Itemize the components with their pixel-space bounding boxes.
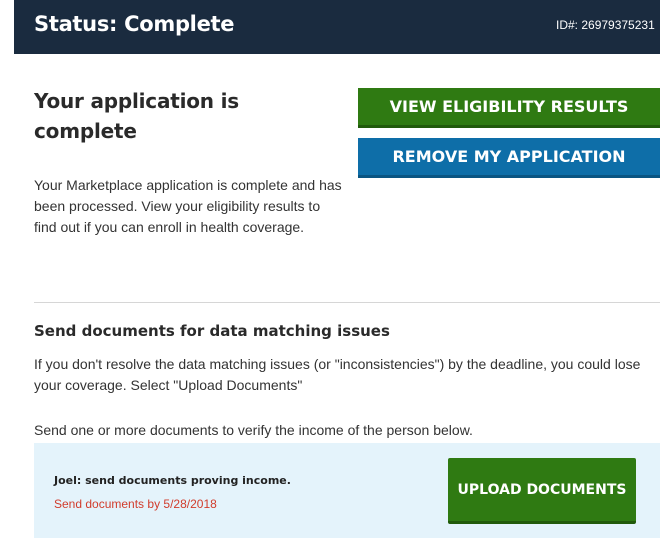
- documents-description: If you don't resolve the data matching i…: [34, 356, 641, 393]
- task-title: Joel: send documents proving income.: [54, 474, 291, 487]
- view-eligibility-results-button[interactable]: VIEW ELIGIBILITY RESULTS: [358, 88, 660, 128]
- status-bar: Status: Complete ID#: 26979375231: [14, 0, 660, 54]
- page-title: Your application is complete: [34, 89, 239, 143]
- section-divider: [34, 302, 660, 303]
- upload-documents-button[interactable]: UPLOAD DOCUMENTS: [448, 458, 636, 524]
- document-task-panel: Joel: send documents proving income. Sen…: [34, 443, 660, 538]
- documents-heading: Send documents for data matching issues: [34, 322, 390, 340]
- status-title: Status: Complete: [34, 12, 235, 36]
- remove-application-button[interactable]: REMOVE MY APPLICATION: [358, 138, 660, 178]
- application-id: ID#: 26979375231: [556, 18, 655, 32]
- documents-instruction: Send one or more documents to verify the…: [34, 422, 473, 438]
- task-deadline: Send documents by 5/28/2018: [54, 497, 217, 511]
- application-description: Your Marketplace application is complete…: [34, 177, 342, 235]
